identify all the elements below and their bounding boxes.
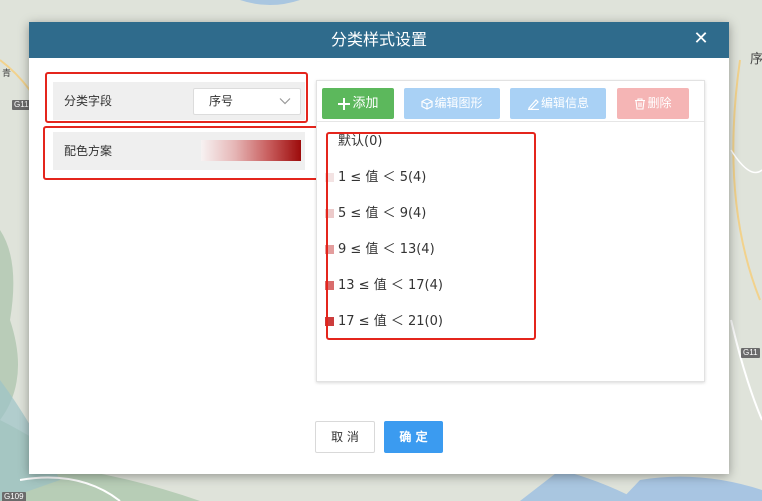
dialog-title: 分类样式设置	[330, 30, 427, 49]
class-label: 5 ≤ 值 ＜ 9(4)	[338, 206, 427, 221]
map-place-right: 序	[750, 52, 762, 67]
class-item-default[interactable]: 默认(0)	[325, 129, 585, 165]
color-ramp-picker[interactable]	[201, 140, 301, 161]
edit-shape-button[interactable]: 编辑图形	[404, 88, 500, 119]
class-item[interactable]: 5 ≤ 值 ＜ 9(4)	[325, 201, 585, 237]
class-toolbar: 添加 编辑图形 编辑信息 删除	[317, 81, 704, 122]
road-tag-g11-left: G11	[12, 100, 31, 110]
road-tag-g109: G109	[2, 492, 26, 501]
class-item[interactable]: 17 ≤ 值 ＜ 21(0)	[325, 309, 585, 345]
classify-field-value: 序号	[209, 94, 234, 108]
dialog-header: 分类样式设置 ✕	[29, 22, 729, 58]
edit-info-label: 编辑信息	[540, 96, 589, 110]
class-item[interactable]: 1 ≤ 值 ＜ 5(4)	[325, 165, 585, 201]
class-label: 默认(0)	[338, 134, 383, 149]
add-class-button[interactable]: 添加	[322, 88, 394, 119]
class-label: 1 ≤ 值 ＜ 5(4)	[338, 170, 427, 185]
class-label: 9 ≤ 值 ＜ 13(4)	[338, 242, 435, 257]
ok-button[interactable]: 确 定	[384, 421, 443, 453]
cancel-button[interactable]: 取 消	[315, 421, 375, 453]
delete-class-label: 删除	[647, 96, 672, 110]
class-swatch	[325, 209, 334, 218]
edit-info-button[interactable]: 编辑信息	[510, 88, 606, 119]
plus-icon	[338, 97, 351, 110]
class-item[interactable]: 9 ≤ 值 ＜ 13(4)	[325, 237, 585, 273]
classify-style-dialog: 分类样式设置 ✕ 分类字段 序号 配色方案 添加 编辑图形 编辑信息 删除 默认…	[29, 22, 729, 474]
add-class-label: 添加	[352, 96, 379, 111]
classify-field-label: 分类字段	[64, 94, 113, 108]
class-swatch	[325, 281, 334, 290]
map-place-left: 青	[2, 69, 12, 79]
class-label: 17 ≤ 值 ＜ 21(0)	[338, 314, 443, 329]
pencil-icon	[527, 98, 539, 110]
trash-icon	[635, 97, 646, 110]
chevron-down-icon	[279, 98, 291, 105]
class-label: 13 ≤ 值 ＜ 17(4)	[338, 278, 443, 293]
edit-shape-label: 编辑图形	[434, 96, 483, 110]
class-item[interactable]: 13 ≤ 值 ＜ 17(4)	[325, 273, 585, 309]
color-scheme-row: 配色方案	[53, 132, 305, 170]
class-swatch	[325, 173, 334, 182]
class-swatch	[325, 245, 334, 254]
color-scheme-label: 配色方案	[64, 144, 113, 158]
class-list: 默认(0) 1 ≤ 值 ＜ 5(4) 5 ≤ 值 ＜ 9(4) 9 ≤ 值 ＜ …	[325, 129, 585, 345]
classify-field-select[interactable]: 序号	[193, 88, 301, 115]
class-swatch	[325, 317, 334, 326]
delete-class-button[interactable]: 删除	[617, 88, 689, 119]
cube-icon	[421, 97, 434, 110]
class-list-panel: 添加 编辑图形 编辑信息 删除 默认(0) 1 ≤ 值 ＜ 5(4) 5 ≤ 值…	[316, 80, 705, 382]
classify-field-row: 分类字段 序号	[53, 82, 305, 120]
close-icon[interactable]: ✕	[691, 28, 711, 50]
road-tag-g11-right: G11	[741, 348, 760, 358]
